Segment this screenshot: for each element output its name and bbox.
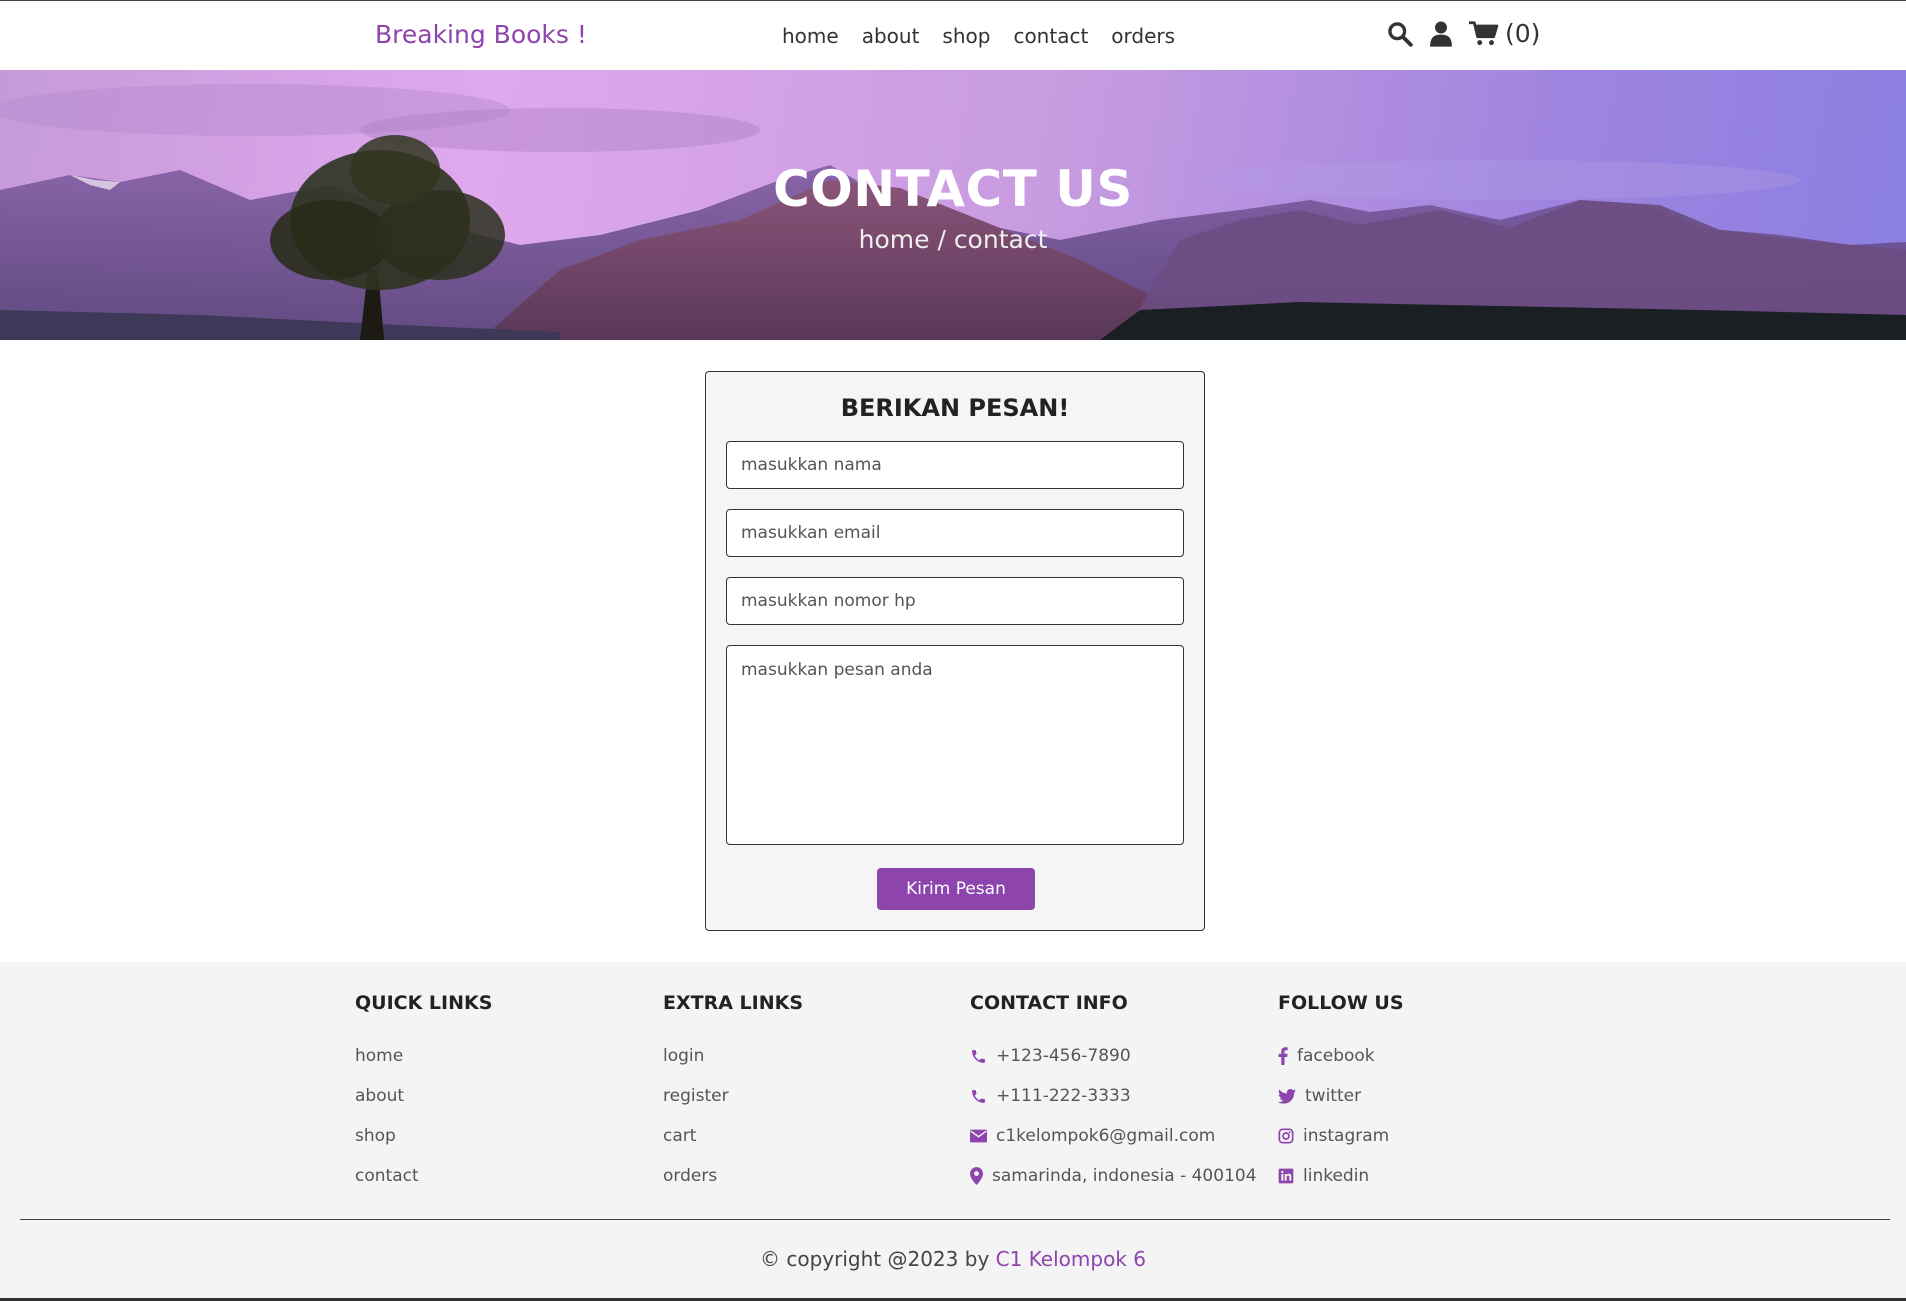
facebook-icon (1278, 1047, 1288, 1065)
nav-shop[interactable]: shop (942, 24, 990, 48)
contact-info-heading: CONTACT INFO (970, 992, 1128, 1014)
breadcrumb: home / contact (858, 225, 1048, 254)
social-instagram-text: instagram (1303, 1126, 1390, 1146)
copyright-text: © copyright @2023 by (760, 1247, 990, 1271)
contact-form: BERIKAN PESAN! Kirim Pesan (705, 371, 1205, 931)
social-linkedin-text: linkedin (1303, 1166, 1370, 1186)
copyright-author-link[interactable]: C1 Kelompok 6 (996, 1247, 1146, 1271)
map-pin-icon (970, 1167, 983, 1185)
social-twitter[interactable]: twitter (1278, 1076, 1404, 1116)
phone-icon (972, 1049, 985, 1063)
envelope-icon (970, 1129, 987, 1143)
extra-links-heading: EXTRA LINKS (663, 992, 804, 1014)
header-icons: (0) (1386, 19, 1540, 48)
email-field[interactable] (726, 509, 1184, 557)
form-title: BERIKAN PESAN! (840, 394, 1070, 422)
footer-divider (20, 1219, 1890, 1220)
site-logo[interactable]: Breaking Books ! (375, 20, 587, 49)
contact-email-text: c1kelompok6@gmail.com (996, 1126, 1216, 1146)
nav-contact[interactable]: contact (1013, 24, 1088, 48)
contact-phone-2[interactable]: +111-222-3333 (970, 1076, 1257, 1116)
follow-us-column: FOLLOW US facebook twitter instagram lin… (1278, 992, 1404, 1196)
hero-banner: CONTACT US home / contact (0, 70, 1906, 340)
follow-us-heading: FOLLOW US (1278, 992, 1404, 1014)
footer-link-about[interactable]: about (355, 1076, 492, 1116)
quick-links-column: QUICK LINKS home about shop contact (355, 992, 492, 1196)
linkedin-icon (1278, 1168, 1294, 1184)
social-facebook[interactable]: facebook (1278, 1036, 1404, 1076)
footer-link-shop[interactable]: shop (355, 1116, 492, 1156)
footer-link-cart[interactable]: cart (663, 1116, 803, 1156)
social-instagram[interactable]: instagram (1278, 1116, 1404, 1156)
contact-info-column: CONTACT INFO +123-456-7890 +111-222-3333… (970, 992, 1257, 1196)
header: Breaking Books ! home about shop contact… (0, 0, 1906, 70)
footer-link-register[interactable]: register (663, 1076, 803, 1116)
nav-home[interactable]: home (782, 24, 839, 48)
cart-icon[interactable] (1469, 20, 1499, 47)
contact-phone-1-text: +123-456-7890 (996, 1046, 1131, 1066)
copyright: © copyright @2023 by C1 Kelompok 6 (0, 1247, 1906, 1271)
twitter-icon (1278, 1088, 1296, 1104)
nav-about[interactable]: about (862, 24, 920, 48)
quick-links-heading: QUICK LINKS (355, 992, 493, 1014)
nav-orders[interactable]: orders (1111, 24, 1175, 48)
phone-field[interactable] (726, 577, 1184, 625)
contact-email[interactable]: c1kelompok6@gmail.com (970, 1116, 1257, 1156)
phone-icon (972, 1089, 985, 1103)
name-field[interactable] (726, 441, 1184, 489)
user-icon[interactable] (1429, 20, 1453, 47)
extra-links-column: EXTRA LINKS login register cart orders (663, 992, 803, 1196)
footer-link-login[interactable]: login (663, 1036, 803, 1076)
social-linkedin[interactable]: linkedin (1278, 1156, 1404, 1196)
contact-address-text: samarinda, indonesia - 400104 (992, 1166, 1257, 1186)
contact-phone-1[interactable]: +123-456-7890 (970, 1036, 1257, 1076)
footer: QUICK LINKS home about shop contact EXTR… (0, 962, 1906, 1301)
message-field[interactable] (726, 645, 1184, 845)
social-twitter-text: twitter (1305, 1086, 1362, 1106)
contact-address[interactable]: samarinda, indonesia - 400104 (970, 1156, 1257, 1196)
footer-link-contact[interactable]: contact (355, 1156, 492, 1196)
social-facebook-text: facebook (1297, 1046, 1375, 1066)
submit-button[interactable]: Kirim Pesan (877, 868, 1035, 910)
main-nav: home about shop contact orders (782, 24, 1175, 48)
search-icon[interactable] (1386, 20, 1413, 47)
footer-link-orders[interactable]: orders (663, 1156, 803, 1196)
page-title: CONTACT US (773, 160, 1133, 218)
contact-phone-2-text: +111-222-3333 (996, 1086, 1131, 1106)
footer-link-home[interactable]: home (355, 1036, 492, 1076)
instagram-icon (1278, 1128, 1294, 1144)
cart-count[interactable]: (0) (1505, 19, 1540, 48)
